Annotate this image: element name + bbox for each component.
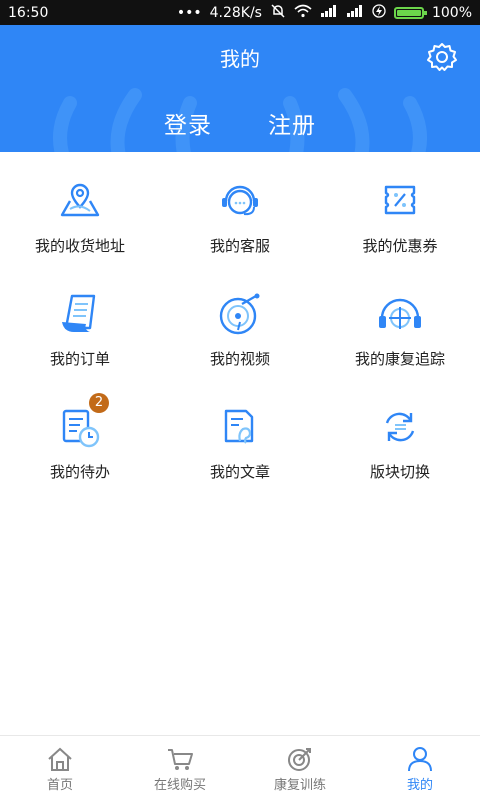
- menu-item-label: 我的待办: [49, 463, 110, 481]
- menu-item-switch-section[interactable]: 版块切换: [320, 379, 480, 492]
- status-bar: 16:50 ••• 4.28K/s 100%: [0, 0, 480, 25]
- battery-fill: [396, 9, 421, 16]
- menu-item-rehab-tracking[interactable]: 我的康复追踪: [320, 266, 480, 379]
- menu-item-address[interactable]: 我的收货地址: [0, 153, 160, 266]
- menu-item-label: 我的客服: [209, 237, 270, 255]
- todo-clock-icon: 2: [55, 393, 109, 449]
- status-dots: •••: [176, 4, 202, 21]
- tab-label: 在线购买: [153, 778, 206, 793]
- tab-label: 首页: [46, 778, 73, 793]
- menu-item-label: 我的收货地址: [34, 237, 125, 255]
- document-scroll-icon: [55, 292, 105, 336]
- wifi-icon: [294, 4, 312, 22]
- menu-item-label: 我的订单: [49, 350, 110, 368]
- article-ear-icon: [215, 405, 265, 449]
- status-time: 16:50: [8, 4, 49, 21]
- tab-rehab-training[interactable]: 康复训练: [240, 736, 360, 800]
- menu-item-label: 我的文章: [209, 463, 270, 481]
- target-headphones-icon: [375, 292, 425, 336]
- menu-grid: 我的收货地址 我的客服 我的优惠券 我的订单 我的视频 我的康复追踪 2 我的待…: [0, 153, 480, 492]
- menu-item-label: 版块切换: [369, 463, 430, 481]
- menu-item-todo[interactable]: 2 我的待办: [0, 379, 160, 492]
- bottom-tab-bar: 首页 在线购买 康复训练 我的: [0, 735, 480, 800]
- battery-percent: 100%: [431, 4, 472, 21]
- page-title: 我的: [220, 47, 260, 71]
- tab-home[interactable]: 首页: [0, 736, 120, 800]
- menu-row: 2 我的待办 我的文章 版块切换: [0, 379, 480, 492]
- menu-item-coupon[interactable]: 我的优惠券: [320, 153, 480, 266]
- tab-label: 康复训练: [273, 778, 326, 793]
- mute-bell-icon: [270, 3, 286, 23]
- menu-item-label: 我的优惠券: [362, 237, 438, 255]
- status-icons: ••• 4.28K/s 100%: [177, 3, 472, 23]
- gear-icon[interactable]: [426, 41, 458, 73]
- battery-icon: [393, 6, 427, 19]
- todo-badge: 2: [89, 393, 109, 413]
- menu-row: 我的订单 我的视频 我的康复追踪: [0, 266, 480, 379]
- coupon-icon: [375, 179, 425, 223]
- menu-row: 我的收货地址 我的客服 我的优惠券: [0, 153, 480, 266]
- charging-icon: [372, 3, 386, 22]
- signal-icon-1: [320, 4, 338, 21]
- login-link[interactable]: 登录: [164, 106, 212, 140]
- menu-item-label: 我的康复追踪: [354, 350, 445, 368]
- profile-header: 我的 登录 注册: [0, 25, 480, 152]
- tab-label: 我的: [406, 778, 433, 793]
- map-pin-icon: [55, 179, 105, 223]
- home-icon: [48, 747, 72, 771]
- tab-mine[interactable]: 我的: [360, 736, 480, 800]
- cart-icon: [168, 749, 193, 770]
- auth-links: 登录 注册: [0, 106, 480, 140]
- signal-icon-2: [346, 4, 364, 21]
- register-link[interactable]: 注册: [268, 106, 316, 140]
- video-disc-icon: [215, 292, 265, 336]
- menu-item-customer-service[interactable]: 我的客服: [160, 153, 320, 266]
- menu-item-orders[interactable]: 我的订单: [0, 266, 160, 379]
- headset-icon: [215, 179, 265, 223]
- menu-item-label: 我的视频: [209, 350, 270, 368]
- switch-icon: [375, 405, 425, 449]
- menu-item-articles[interactable]: 我的文章: [160, 379, 320, 492]
- user-icon: [408, 747, 432, 772]
- training-target-icon: [288, 748, 311, 771]
- tab-online-purchase[interactable]: 在线购买: [120, 736, 240, 800]
- menu-item-video[interactable]: 我的视频: [160, 266, 320, 379]
- network-speed: 4.28K/s: [209, 4, 262, 21]
